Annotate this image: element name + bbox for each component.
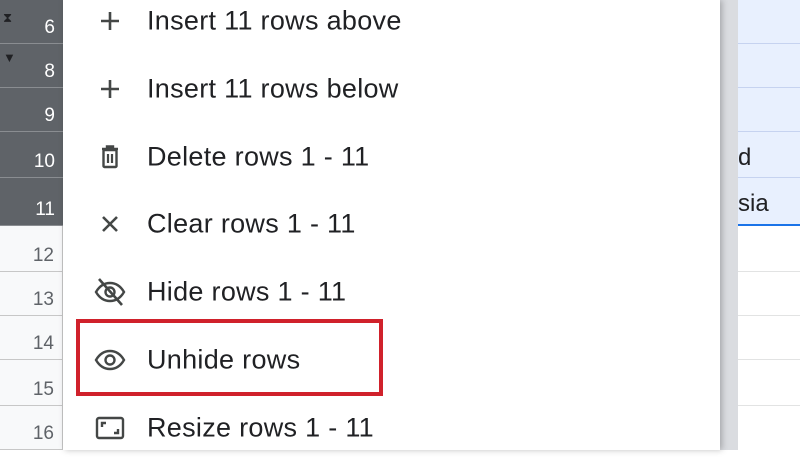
menu-item-label: Insert 11 rows below <box>147 73 399 104</box>
cell-row10[interactable]: d <box>738 144 751 172</box>
row-number: 15 <box>32 379 54 400</box>
grid-line <box>738 405 800 406</box>
row-number: 9 <box>44 105 55 126</box>
plus-icon <box>93 4 127 38</box>
row-header-6[interactable]: ⧗ 6 <box>0 0 63 44</box>
row-number: 13 <box>32 289 54 310</box>
grid-line <box>738 87 800 88</box>
menu-item-label: Insert 11 rows above <box>147 5 402 36</box>
hidden-rows-arrow-icon[interactable]: ▼ <box>3 50 16 65</box>
row-header-10[interactable]: 10 <box>0 132 63 178</box>
trash-icon <box>93 140 127 174</box>
row-headers: ⧗ 6 ▼ 8 9 10 11 12 13 14 15 16 <box>0 0 63 450</box>
grid-line <box>738 177 800 178</box>
grid-line <box>738 271 800 272</box>
highlight-annotation-box <box>76 319 383 396</box>
row-number: 8 <box>44 61 55 82</box>
grid-line <box>738 315 800 316</box>
grid-line <box>738 131 800 132</box>
grid-line <box>738 359 800 360</box>
row-header-9[interactable]: 9 <box>0 88 63 132</box>
menu-item-clear-rows[interactable]: Clear rows 1 - 11 <box>63 194 720 254</box>
resize-icon <box>93 411 127 445</box>
row-header-16[interactable]: 16 <box>0 406 63 450</box>
menu-item-label: Delete rows 1 - 11 <box>147 141 370 172</box>
menu-item-delete-rows[interactable]: Delete rows 1 - 11 <box>63 127 720 187</box>
row-header-15[interactable]: 15 <box>0 360 63 406</box>
close-icon <box>93 207 127 241</box>
selection-border <box>738 224 800 226</box>
row-number: 6 <box>44 17 55 38</box>
row-header-13[interactable]: 13 <box>0 272 63 316</box>
row-header-11[interactable]: 11 <box>0 178 63 226</box>
menu-item-resize-rows[interactable]: Resize rows 1 - 11 <box>63 398 720 458</box>
row-header-12[interactable]: 12 <box>0 226 63 272</box>
row-number: 16 <box>32 423 54 444</box>
menu-item-label: Resize rows 1 - 11 <box>147 412 374 443</box>
menu-item-insert-below[interactable]: Insert 11 rows below <box>63 59 720 119</box>
row-number: 11 <box>35 199 55 220</box>
menu-item-insert-above[interactable]: Insert 11 rows above <box>63 0 720 51</box>
plus-icon <box>93 72 127 106</box>
hidden-rows-marker-icon[interactable]: ⧗ <box>3 10 12 26</box>
row-header-14[interactable]: 14 <box>0 316 63 360</box>
row-header-8[interactable]: ▼ 8 <box>0 44 63 88</box>
grid-line <box>738 43 800 44</box>
row-number: 10 <box>33 151 55 172</box>
menu-item-label: Clear rows 1 - 11 <box>147 208 356 239</box>
menu-shadow-strip <box>720 0 738 450</box>
row-number: 14 <box>32 333 54 354</box>
row-number: 12 <box>32 245 54 266</box>
menu-item-hide-rows[interactable]: Hide rows 1 - 11 <box>63 262 720 322</box>
cell-row11[interactable]: sia <box>738 190 769 218</box>
eye-off-icon <box>93 275 127 309</box>
menu-item-label: Hide rows 1 - 11 <box>147 276 347 307</box>
